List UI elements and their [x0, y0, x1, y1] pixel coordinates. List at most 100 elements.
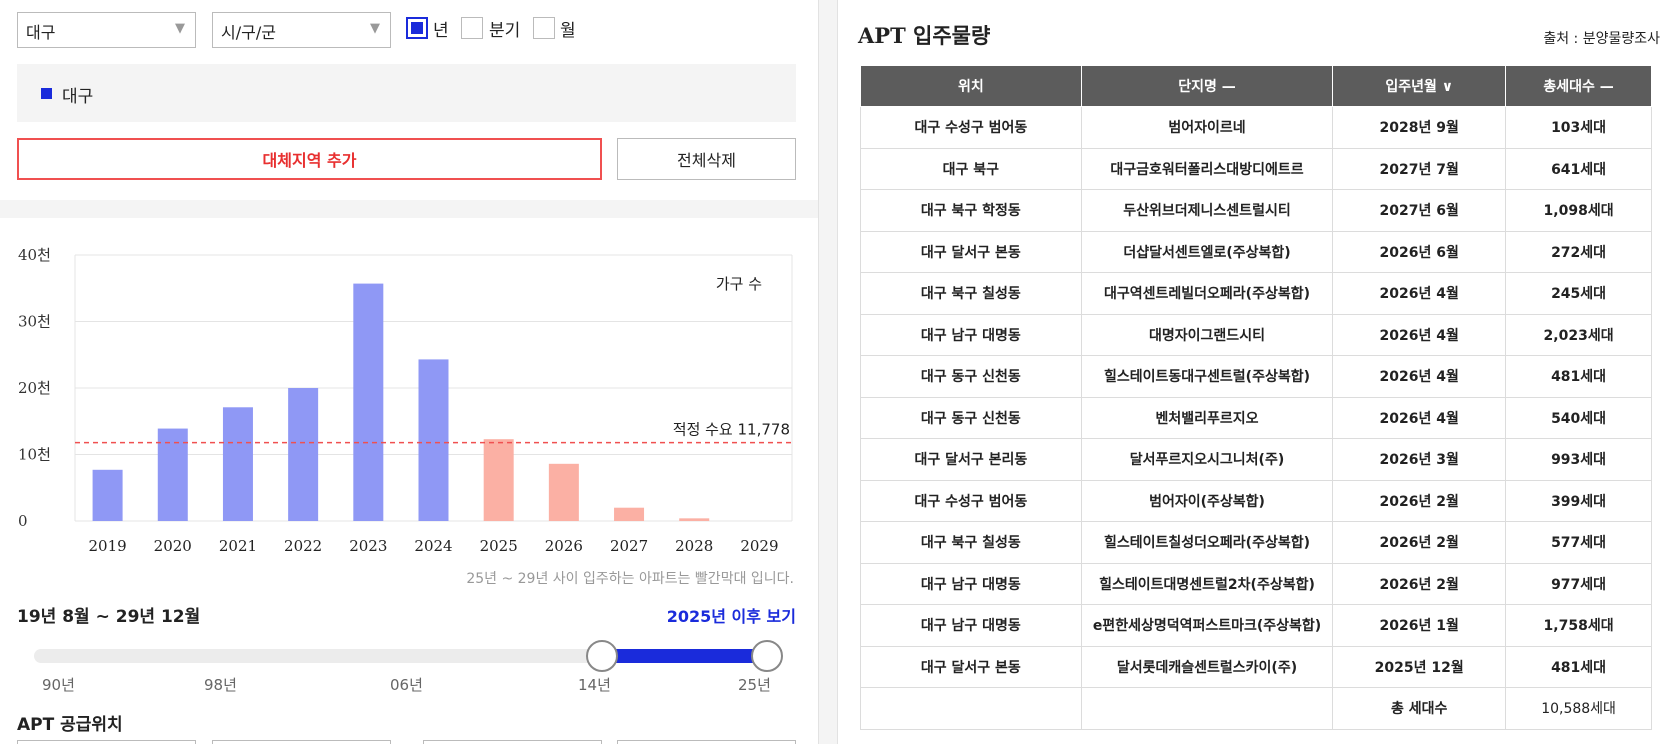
row-households: 103세대: [1505, 106, 1652, 149]
year-checkbox[interactable]: [406, 17, 428, 39]
col-movein-date-header[interactable]: 입주년월 ∨: [1332, 65, 1507, 107]
table-title: APT 입주물량: [858, 23, 991, 48]
x-tick-label: 2026: [545, 537, 583, 555]
row-households: 577세대: [1505, 521, 1652, 564]
bar-2026: [548, 463, 579, 521]
slider-tick: 90년: [42, 676, 75, 694]
table-row: 대구 달서구 본동 더샵달서센트엘로(주상복합) 2026년 6월 272세대: [860, 230, 1652, 273]
table-row: 대구 동구 신천동 힐스테이트동대구센트럴(주상복합) 2026년 4월 481세대: [860, 355, 1652, 398]
chevron-down-icon: ▼: [370, 21, 380, 36]
date-range-label: 19년 8월 ~ 29년 12월: [17, 607, 201, 627]
row-movein-date: 2026년 6월: [1332, 230, 1507, 273]
row-location: 대구 수성구 범어동: [860, 106, 1082, 149]
row-movein-date: 2028년 9월: [1332, 106, 1507, 149]
y-tick-label: 30천: [18, 313, 51, 331]
series-label: 가구 수: [716, 275, 762, 293]
slider-tick: 06년: [390, 676, 423, 694]
table-row: 대구 수성구 범어동 범어자이르네 2028년 9월 103세대: [860, 106, 1652, 149]
row-movein-date: 2026년 2월: [1332, 521, 1507, 564]
row-households: 977세대: [1505, 562, 1652, 605]
row-movein-date: 2026년 4월: [1332, 272, 1507, 315]
row-complex-name: 힐스테이트동대구센트럴(주상복합): [1080, 355, 1334, 398]
row-location: 대구 남구 대명동: [860, 604, 1082, 647]
view-after-2025-link[interactable]: 2025년 이후 보기: [667, 603, 796, 627]
row-location: 대구 북구 칠성동: [860, 521, 1082, 564]
row-households: 1,758세대: [1505, 604, 1652, 647]
col-complex-header[interactable]: 단지명 —: [1080, 65, 1334, 107]
quarter-checkbox-label: 분기: [489, 21, 521, 41]
row-complex-name: e편한세상명덕역퍼스트마크(주상복합): [1080, 604, 1334, 647]
district-select[interactable]: 시/구/군 ▼: [212, 12, 391, 48]
row-location: 대구 동구 신천동: [860, 355, 1082, 398]
row-location: 대구 동구 신천동: [860, 396, 1082, 439]
bar-2025: [483, 439, 514, 521]
row-movein-date: 2026년 4월: [1332, 313, 1507, 356]
table-row: 대구 북구 칠성동 힐스테이트칠성더오페라(주상복합) 2026년 2월 577세대: [860, 521, 1652, 564]
slider-tick: 25년: [738, 676, 771, 694]
range-slider-selection: [601, 649, 767, 663]
slider-tick: 14년: [578, 676, 611, 694]
legend-box: 대구: [17, 64, 796, 122]
table-row: 대구 수성구 범어동 범어자이(주상복합) 2026년 2월 399세대: [860, 479, 1652, 522]
x-tick-label: 2025: [480, 537, 518, 555]
quarter-checkbox[interactable]: [461, 17, 483, 39]
row-households: 641세대: [1505, 147, 1652, 190]
supply-select-partial[interactable]: [423, 740, 602, 744]
total-value: 10,588세대: [1505, 687, 1652, 730]
row-complex-name: 범어자이르네: [1080, 106, 1334, 149]
month-checkbox[interactable]: [533, 17, 555, 39]
y-tick-label: 0: [18, 512, 28, 530]
bar-2019: [92, 469, 123, 521]
col-location-header: 위치: [860, 65, 1082, 107]
row-movein-date: 2026년 1월: [1332, 604, 1507, 647]
bar-2027: [614, 507, 645, 521]
supply-select-partial[interactable]: [17, 740, 196, 744]
total-empty-cell: [1080, 687, 1334, 730]
delete-all-button[interactable]: 전체삭제: [617, 138, 796, 180]
y-tick-label: 10천: [18, 446, 51, 464]
bar-2023: [353, 283, 384, 521]
y-tick-label: 40천: [18, 246, 51, 264]
bar-2022: [288, 388, 319, 521]
row-households: 245세대: [1505, 272, 1652, 315]
row-households: 481세대: [1505, 645, 1652, 688]
total-label: 총 세대수: [1332, 687, 1507, 730]
table-source: 출처 : 분양물량조사: [1543, 31, 1660, 47]
bar-2021: [222, 407, 253, 521]
row-movein-date: 2026년 3월: [1332, 438, 1507, 481]
col-households-header[interactable]: 총세대수 —: [1505, 65, 1652, 107]
table-row: 대구 북구 대구금호워터폴리스대방디에트르 2027년 7월 641세대: [860, 147, 1652, 190]
bar-2024: [418, 359, 449, 521]
legend-swatch: [41, 88, 52, 99]
row-location: 대구 남구 대명동: [860, 562, 1082, 605]
table-row: 대구 남구 대명동 힐스테이트대명센트럴2차(주상복합) 2026년 2월 977세대: [860, 562, 1652, 605]
row-households: 399세대: [1505, 479, 1652, 522]
table-row: 대구 북구 칠성동 대구역센트레빌더오페라(주상복합) 2026년 4월 245세대: [860, 272, 1652, 315]
row-complex-name: 달서롯데캐슬센트럴스카이(주): [1080, 645, 1334, 688]
range-slider-end-handle[interactable]: [751, 640, 783, 672]
table-row: 대구 동구 신천동 벤처밸리푸르지오 2026년 4월 540세대: [860, 396, 1652, 439]
row-location: 대구 수성구 범어동: [860, 479, 1082, 522]
supply-select-partial[interactable]: [617, 740, 796, 744]
year-checkbox-label: 년: [433, 21, 449, 41]
month-checkbox-label: 월: [560, 21, 576, 41]
row-movein-date: 2027년 6월: [1332, 189, 1507, 232]
row-movein-date: 2025년 12월: [1332, 645, 1507, 688]
row-complex-name: 범어자이(주상복합): [1080, 479, 1334, 522]
add-alternative-region-button[interactable]: 대체지역 추가: [17, 138, 602, 180]
row-movein-date: 2027년 7월: [1332, 147, 1507, 190]
row-households: 993세대: [1505, 438, 1652, 481]
bar-2028: [679, 518, 710, 521]
row-households: 2,023세대: [1505, 313, 1652, 356]
row-location: 대구 달서구 본동: [860, 645, 1082, 688]
region-select[interactable]: 대구 ▼: [17, 12, 196, 48]
table-row: 대구 남구 대명동 대명자이그랜드시티 2026년 4월 2,023세대: [860, 313, 1652, 356]
row-location: 대구 북구 칠성동: [860, 272, 1082, 315]
table-row: 대구 북구 학정동 두산위브더제니스센트럴시티 2027년 6월 1,098세대: [860, 189, 1652, 232]
row-complex-name: 두산위브더제니스센트럴시티: [1080, 189, 1334, 232]
range-slider-start-handle[interactable]: [586, 640, 618, 672]
left-panel: 대구 ▼ 시/구/군 ▼ 년 분기 월 대구 대체지역 추가 전체삭제 0 10천…: [0, 0, 818, 744]
x-tick-label: 2019: [88, 537, 126, 555]
x-tick-label: 2021: [219, 537, 257, 555]
supply-select-partial[interactable]: [212, 740, 391, 744]
